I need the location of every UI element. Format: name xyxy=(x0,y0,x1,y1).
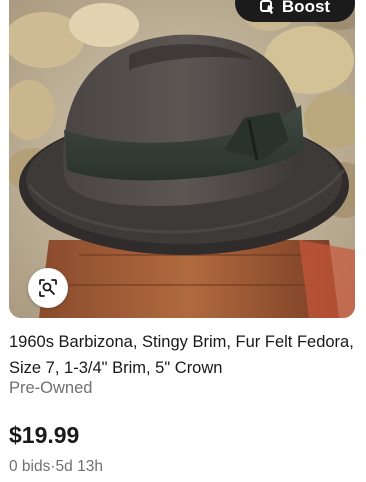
hat-photo xyxy=(9,0,355,318)
boost-label: Boost xyxy=(281,0,331,16)
listing-price: $19.99 xyxy=(9,422,80,448)
listing-title[interactable]: 1960s Barbizona, Stingy Brim, Fur Felt F… xyxy=(9,329,354,381)
visual-search-button[interactable] xyxy=(28,268,68,308)
time-left: 5d 13h xyxy=(55,458,103,475)
visual-search-icon xyxy=(39,279,57,297)
boost-icon xyxy=(259,0,274,14)
boost-badge[interactable]: Boost xyxy=(235,0,355,22)
bid-count: 0 bids xyxy=(9,458,51,475)
listing-condition: Pre-Owned xyxy=(9,379,93,397)
listing-image[interactable]: Boost xyxy=(9,0,355,318)
listing-card[interactable]: Boost 1960s Barbizona, Stingy Brim, Fur … xyxy=(0,0,366,482)
listing-meta: 0 bids·5d 13h xyxy=(9,458,103,476)
